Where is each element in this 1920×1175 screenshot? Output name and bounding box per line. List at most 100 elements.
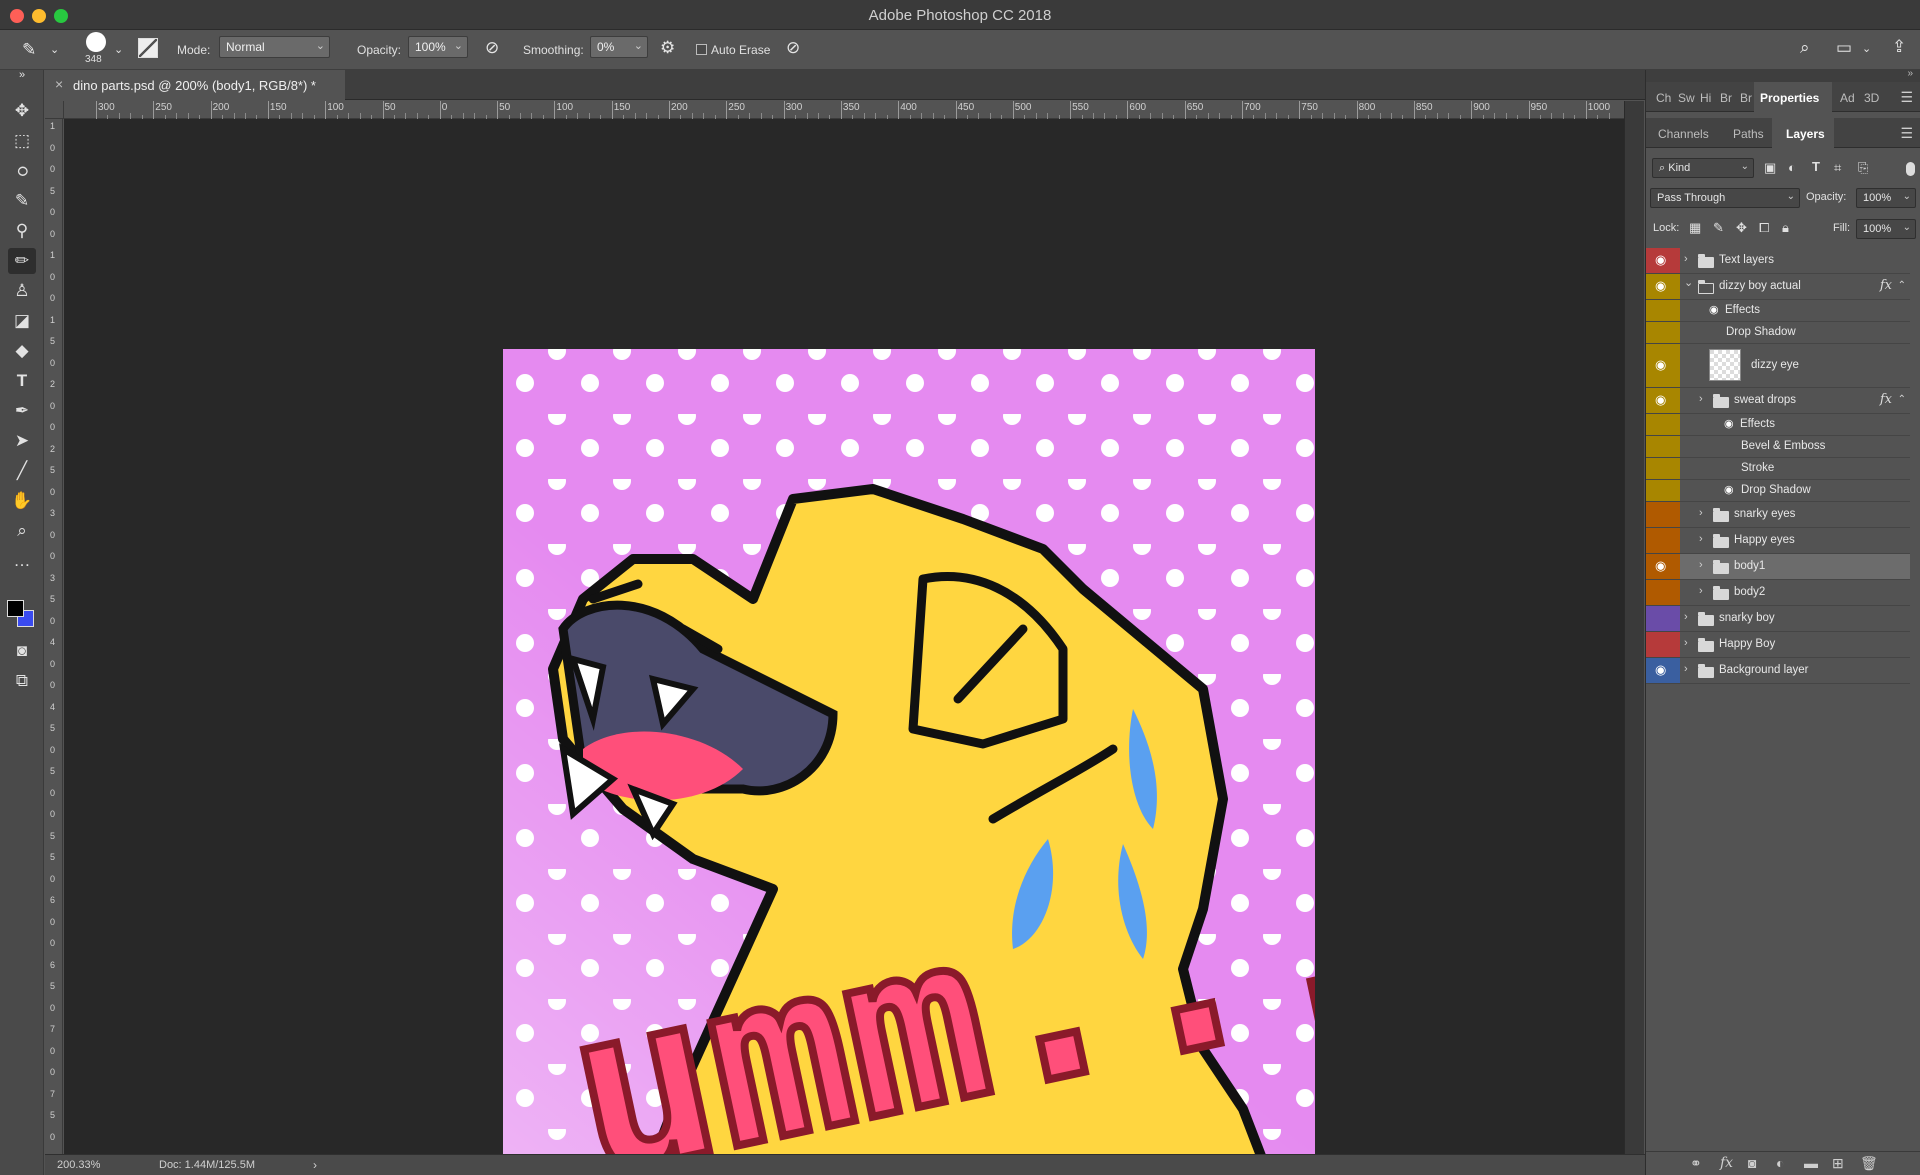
chevron-down-icon[interactable]: ⌄ xyxy=(1684,276,1693,289)
lock-position-icon[interactable]: ✥ xyxy=(1736,220,1747,236)
more-tools-icon[interactable]: … xyxy=(8,548,36,574)
eye-icon[interactable]: ◉ xyxy=(1655,662,1666,678)
brush-settings-icon[interactable] xyxy=(138,38,158,58)
layer-row[interactable]: ◉ ⌄ dizzy boy actual fx ⌃ xyxy=(1646,274,1910,300)
screen-mode-icon[interactable]: ⧉ xyxy=(8,668,36,694)
layer-color-tag[interactable] xyxy=(1646,436,1680,457)
smoothing-input[interactable]: 0% ⌄ xyxy=(590,36,648,58)
tab-channels[interactable]: Channels xyxy=(1658,127,1709,141)
lock-artboard-icon[interactable]: ⧠ xyxy=(1759,220,1769,236)
layer-color-tag[interactable] xyxy=(1646,502,1680,527)
search-icon[interactable]: ⌕ xyxy=(1800,38,1810,58)
tab-adjustments[interactable]: Ad xyxy=(1840,91,1855,105)
tab-history[interactable]: Hi xyxy=(1700,91,1711,105)
layer-row[interactable]: ◉ Drop Shadow xyxy=(1646,480,1910,502)
new-layer-icon[interactable]: ⊞ xyxy=(1832,1155,1844,1172)
chevron-right-icon[interactable]: › xyxy=(1699,507,1703,519)
chevron-right-icon[interactable]: › xyxy=(1699,559,1703,571)
collapse-toolbar-icon[interactable]: » xyxy=(8,68,36,82)
chevron-right-icon[interactable]: › xyxy=(1684,611,1688,623)
chevron-right-icon[interactable]: › xyxy=(1699,393,1703,405)
brush-preview-icon[interactable] xyxy=(86,32,106,52)
layer-row[interactable]: ◉ › body1 xyxy=(1646,554,1910,580)
layer-color-tag[interactable] xyxy=(1646,580,1680,605)
layer-color-tag[interactable] xyxy=(1646,632,1680,657)
quick-selection-tool-icon[interactable]: ✎ xyxy=(8,188,36,214)
tab-paths[interactable]: Paths xyxy=(1733,127,1764,141)
type-filter-icon[interactable]: T xyxy=(1812,159,1820,174)
tab-properties[interactable]: Properties xyxy=(1760,91,1819,105)
layer-thumbnail[interactable] xyxy=(1709,349,1741,381)
move-tool-icon[interactable]: ✥ xyxy=(8,98,36,124)
layer-row[interactable]: › Happy Boy xyxy=(1646,632,1910,658)
layer-row[interactable]: ◉ › sweat drops fx ⌃ xyxy=(1646,388,1910,414)
new-group-icon[interactable]: ▬ xyxy=(1804,1155,1818,1171)
pencil-tool-icon[interactable]: ✏ xyxy=(8,248,36,274)
collapse-panels-icon[interactable]: » xyxy=(1907,68,1913,79)
layer-row[interactable]: ◉ Effects xyxy=(1646,414,1910,436)
layer-row[interactable]: ◉ › Background layer xyxy=(1646,658,1910,684)
layer-color-tag[interactable] xyxy=(1646,300,1680,321)
eye-icon[interactable]: ◉ xyxy=(1724,483,1734,496)
pixel-filter-icon[interactable]: ▣ xyxy=(1764,160,1776,176)
chevron-down-icon[interactable]: ⌄ xyxy=(114,40,123,60)
layer-style-icon[interactable]: fx xyxy=(1720,1155,1733,1171)
layer-color-tag[interactable]: ◉ xyxy=(1646,554,1680,579)
ruler-origin[interactable] xyxy=(45,101,64,119)
layer-filter-select[interactable]: ⌕ Kind ⌄ xyxy=(1652,158,1754,178)
eye-icon[interactable]: ◉ xyxy=(1655,278,1666,294)
chevron-down-icon[interactable]: ⌄ xyxy=(50,40,59,60)
eye-icon[interactable]: ◉ xyxy=(1655,392,1666,408)
auto-erase-checkbox[interactable] xyxy=(696,44,707,55)
layer-color-tag[interactable] xyxy=(1646,606,1680,631)
chevron-right-icon[interactable]: › xyxy=(1699,585,1703,597)
tab-layers[interactable]: Layers xyxy=(1786,127,1825,141)
line-tool-icon[interactable]: ╱ xyxy=(8,458,36,484)
chevron-right-icon[interactable]: › xyxy=(1684,253,1688,265)
chevron-right-icon[interactable]: › xyxy=(1684,663,1688,675)
hand-tool-icon[interactable]: ✋ xyxy=(8,488,36,514)
link-layers-icon[interactable]: ⚭ xyxy=(1690,1155,1702,1172)
workspace-icon[interactable]: ▭ xyxy=(1836,38,1852,58)
pencil-tool-preset-icon[interactable]: ✎ xyxy=(22,40,36,60)
zoom-level[interactable]: 200.33% xyxy=(57,1159,100,1171)
panel-menu-icon[interactable]: ☰ xyxy=(1900,89,1913,106)
type-tool-icon[interactable]: T xyxy=(8,368,36,394)
status-menu-icon[interactable]: › xyxy=(313,1158,317,1172)
foreground-color-swatch[interactable] xyxy=(7,600,24,617)
layer-color-tag[interactable] xyxy=(1646,528,1680,553)
layer-row[interactable]: Drop Shadow xyxy=(1646,322,1910,344)
chevron-up-icon[interactable]: ⌃ xyxy=(1898,394,1906,405)
lock-pixels-icon[interactable]: ✎ xyxy=(1713,220,1724,236)
paint-bucket-tool-icon[interactable]: ◆ xyxy=(8,338,36,364)
path-selection-tool-icon[interactable]: ➤ xyxy=(8,428,36,454)
layer-row[interactable]: Bevel & Emboss xyxy=(1646,436,1910,458)
document-tab[interactable]: × dino parts.psd @ 200% (body1, RGB/8*) … xyxy=(45,70,345,100)
chevron-right-icon[interactable]: › xyxy=(1684,637,1688,649)
close-icon[interactable]: × xyxy=(55,76,63,92)
layer-row[interactable]: › snarky boy xyxy=(1646,606,1910,632)
layer-color-tag[interactable]: ◉ xyxy=(1646,658,1680,683)
artwork-canvas[interactable]: umm... xyxy=(503,349,1315,1161)
filter-toggle-icon[interactable] xyxy=(1906,162,1915,176)
lock-transparency-icon[interactable]: ▦ xyxy=(1689,220,1701,236)
pressure-size-icon[interactable]: ⊘ xyxy=(786,38,800,58)
layer-color-tag[interactable] xyxy=(1646,480,1680,501)
layer-row[interactable]: ◉ › Text layers xyxy=(1646,248,1910,274)
layer-row[interactable]: Stroke xyxy=(1646,458,1910,480)
stamp-tool-icon[interactable]: ♙ xyxy=(8,278,36,304)
pen-tool-icon[interactable]: ✒ xyxy=(8,398,36,424)
smart-object-filter-icon[interactable]: ⎘ xyxy=(1858,160,1868,176)
tab-character[interactable]: Ch xyxy=(1656,91,1671,105)
adjustment-layer-icon[interactable]: ◐ xyxy=(1776,1155,1784,1171)
layer-color-tag[interactable] xyxy=(1646,322,1680,343)
layer-effects-icon[interactable]: fx xyxy=(1880,392,1892,407)
tab-brush-settings[interactable]: Br xyxy=(1740,91,1752,105)
layer-row[interactable]: › body2 xyxy=(1646,580,1910,606)
tab-swatches[interactable]: Sw xyxy=(1678,91,1695,105)
layer-row[interactable]: ◉ Effects xyxy=(1646,300,1910,322)
pressure-opacity-icon[interactable]: ⊘ xyxy=(485,38,499,58)
share-icon[interactable]: ⇪ xyxy=(1892,37,1906,57)
opacity-input[interactable]: 100% ⌄ xyxy=(408,36,468,58)
vertical-scrollbar[interactable] xyxy=(1624,101,1644,1154)
